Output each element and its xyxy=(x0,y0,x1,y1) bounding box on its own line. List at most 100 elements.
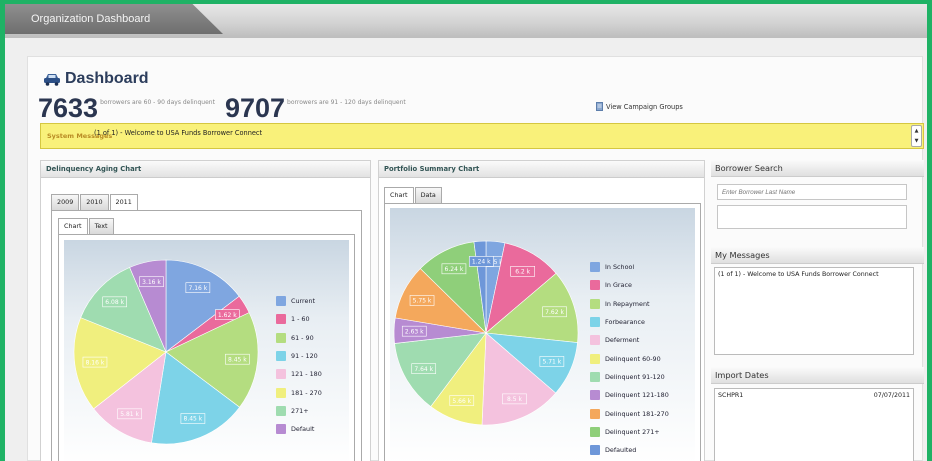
window-title: Organization Dashboard xyxy=(5,4,223,34)
legend-swatch xyxy=(590,317,600,328)
pie-label-text: 8.5 k xyxy=(507,396,522,403)
tab-chart[interactable]: Chart xyxy=(58,218,88,235)
pie-data-label: 5.81 k xyxy=(117,408,142,420)
tab-2009[interactable]: 2009 xyxy=(51,194,80,210)
pie-data-label: 1.62 k xyxy=(215,309,240,321)
pie-data-label: 6.08 k xyxy=(102,296,127,308)
borrower-search-input[interactable] xyxy=(717,184,907,200)
legend-label: Default xyxy=(291,425,315,434)
import-dates-title: Import Dates xyxy=(711,367,924,384)
legend-label: Delinquent 91-120 xyxy=(605,372,665,381)
pie-label-text: 8.45 k xyxy=(184,416,203,423)
pie-data-label: 7.64 k xyxy=(411,363,437,374)
pie-data-label: 6.2 k xyxy=(510,266,535,277)
borrower-search-title: Borrower Search xyxy=(711,160,924,177)
legend-label: Delinquent 181-270 xyxy=(605,409,669,418)
legend-label: 181 - 270 xyxy=(291,388,322,397)
legend-label: Current xyxy=(291,297,316,306)
my-messages-section: My Messages (1 of 1) - Welcome to USA Fu… xyxy=(711,247,924,367)
pie-label-text: 5.81 k xyxy=(120,411,139,418)
legend-item[interactable]: 181 - 270 xyxy=(276,383,322,401)
pie-data-label: 6.24 k xyxy=(441,263,467,275)
portfolio-chart-area: 1.95 k6.2 k7.62 k5.71 k8.5 k5.66 k7.64 k… xyxy=(390,208,695,461)
legend-item[interactable]: Delinquent 60-90 xyxy=(590,349,669,367)
import-date-row: SCHPR1 07/07/2011 xyxy=(718,392,910,399)
legend-item[interactable]: In School xyxy=(590,258,669,276)
legend-label: Delinquent 121-180 xyxy=(605,391,669,400)
scroll-down-icon[interactable]: ▼ xyxy=(912,136,921,146)
pie-data-label: 7.62 k xyxy=(542,306,567,318)
legend-label: In Repayment xyxy=(605,299,650,308)
legend-item[interactable]: In Repayment xyxy=(590,295,669,313)
year-tabs: 2009 2010 2011 xyxy=(51,194,138,211)
legend-item[interactable]: Deferment xyxy=(590,331,669,349)
borrower-search-section: Borrower Search xyxy=(711,160,924,245)
pie-data-label: 2.63 k xyxy=(401,325,427,337)
legend-swatch xyxy=(276,314,286,325)
pie-data-label: 8.5 k xyxy=(502,393,527,405)
legend-item[interactable]: Forbearance xyxy=(590,313,669,331)
my-message-text[interactable]: (1 of 1) - Welcome to USA Funds Borrower… xyxy=(718,271,879,278)
portfolio-view-tabs: Chart Data xyxy=(384,187,442,204)
legend-label: Forbearance xyxy=(605,318,645,327)
legend-item[interactable]: 121 - 180 xyxy=(276,365,322,383)
legend-item[interactable]: Delinquent 271+ xyxy=(590,423,669,441)
legend-item[interactable]: Delinquent 121-180 xyxy=(590,386,669,404)
legend-item[interactable]: Delinquent 91-120 xyxy=(590,368,669,386)
system-messages-scroll[interactable]: ▲ ▼ xyxy=(911,125,922,147)
legend-item[interactable]: Current xyxy=(276,292,322,310)
legend-label: Delinquent 271+ xyxy=(605,427,660,436)
delinquency-aging-panel: Delinquency Aging Chart 2009 2010 2011 C… xyxy=(40,160,371,461)
pie-data-label: 5.71 k xyxy=(539,356,565,367)
legend-label: 61 - 90 xyxy=(291,333,314,342)
dashboard-content: Dashboard 7633 borrowers are 60 - 90 day… xyxy=(27,56,924,461)
legend-item[interactable]: Default xyxy=(276,420,322,438)
legend-item[interactable]: 61 - 90 xyxy=(276,329,322,347)
tab-text[interactable]: Text xyxy=(88,218,114,234)
legend-label: Delinquent 60-90 xyxy=(605,354,661,363)
pie-data-label: 7.16 k xyxy=(185,282,211,294)
legend-swatch xyxy=(590,353,600,364)
year-tab-body: Chart Text 7.16 k 1.62 k 8.45 k 8.45 k 5.81 … xyxy=(51,210,362,461)
pie-label-text: 1.24 k xyxy=(472,259,491,266)
portfolio-panel-title: Portfolio Summary Chart xyxy=(379,161,704,178)
pie-label-text: 6.08 k xyxy=(105,299,124,306)
tab-2010[interactable]: 2010 xyxy=(80,194,109,210)
legend-label: In Grace xyxy=(605,281,632,290)
legend-item[interactable]: 271+ xyxy=(276,402,322,420)
legend-item[interactable]: 1 - 60 xyxy=(276,310,322,328)
legend-swatch xyxy=(590,445,600,456)
legend-label: 271+ xyxy=(291,406,309,415)
tab-chart[interactable]: Chart xyxy=(384,187,414,204)
view-campaign-groups-link[interactable]: View Campaign Groups xyxy=(596,102,683,111)
legend-swatch xyxy=(276,387,286,398)
legend-label: Deferment xyxy=(605,336,640,345)
legend-swatch xyxy=(276,424,286,435)
legend-swatch xyxy=(276,296,286,307)
legend-item[interactable]: In Grace xyxy=(590,276,669,294)
pie-label-text: 3.16 k xyxy=(142,279,161,286)
legend-item[interactable]: Delinquent 181-270 xyxy=(590,404,669,422)
car-icon xyxy=(44,74,60,86)
pie-label-text: 7.16 k xyxy=(188,285,207,292)
import-dates-section: Import Dates SCHPR1 07/07/2011 xyxy=(711,367,924,461)
legend-label: 91 - 120 xyxy=(291,352,318,361)
pie-data-label: 8.45 k xyxy=(180,413,206,424)
tab-data[interactable]: Data xyxy=(414,187,442,203)
legend-swatch xyxy=(590,426,600,437)
pie-label-text: 8.16 k xyxy=(86,359,105,366)
tab-2011[interactable]: 2011 xyxy=(109,194,138,211)
legend-swatch xyxy=(276,332,286,343)
pie-label-text: 5.71 k xyxy=(542,359,561,366)
import-name: SCHPR1 xyxy=(718,392,744,399)
legend-label: In School xyxy=(605,263,635,272)
legend-item[interactable]: Defaulted xyxy=(590,441,669,459)
pie-label-text: 5.66 k xyxy=(452,398,471,405)
legend-item[interactable]: 91 - 120 xyxy=(276,347,322,365)
legend-swatch xyxy=(276,351,286,362)
system-messages-bar: System Messages (1 of 1) - Welcome to US… xyxy=(40,123,924,149)
window-frame: Organization Dashboard Dashboard 7633 bo… xyxy=(5,4,927,461)
legend-swatch xyxy=(590,298,600,309)
scroll-up-icon[interactable]: ▲ xyxy=(912,126,921,136)
legend-label: 121 - 180 xyxy=(291,370,322,379)
